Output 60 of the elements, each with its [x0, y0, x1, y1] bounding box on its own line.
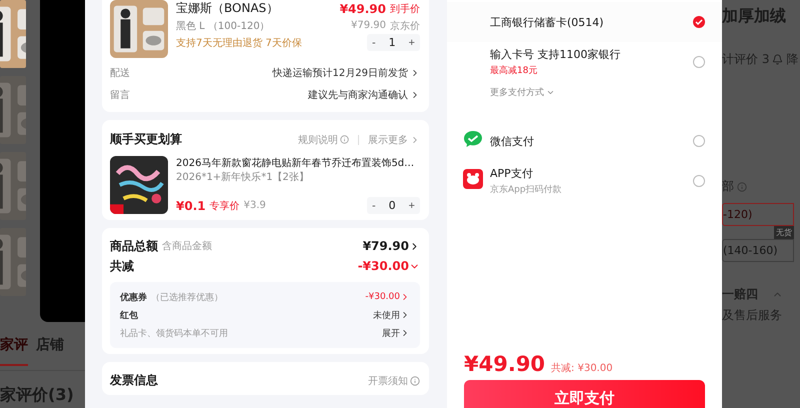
payment-name: 工商银行储蓄卡(0514) [490, 14, 605, 30]
app-icon [463, 169, 483, 189]
quantity: 1 [388, 36, 396, 49]
discount-amount[interactable]: -¥30.00 [358, 259, 420, 273]
service-promises: 支持7天无理由退货 7天价保 [176, 36, 302, 50]
special-price: ¥0.1 [176, 198, 206, 212]
jd-price: ¥79.90 [351, 20, 386, 31]
section-title: 发票信息 [110, 372, 158, 389]
radio-button[interactable] [693, 135, 705, 147]
more-methods-link[interactable]: 更多支付方式 [490, 86, 722, 99]
chat-bubble-icon [463, 130, 483, 148]
payment-hint: 京东App扫码付款 [490, 184, 563, 196]
payment-name: 输入卡号 支持1100家银行 [490, 47, 622, 62]
quantity: 0 [388, 199, 396, 212]
original-price: ¥3.9 [244, 200, 266, 211]
check-icon[interactable] [693, 16, 705, 28]
detail-label: 红包 [120, 310, 138, 322]
total-hint: 含商品金额 [162, 240, 212, 253]
pay-button[interactable]: 立即支付 [464, 380, 705, 408]
detail-value[interactable]: 展开 [382, 326, 410, 340]
row-label: 配送 [110, 67, 130, 80]
minus-button[interactable]: - [372, 36, 376, 48]
radio-button[interactable] [693, 56, 705, 68]
detail-label: 礼品卡、领货码本单不可用 [120, 328, 228, 340]
product-title: 2026马年新款窗花静电贴新年春节乔迁布置装饰5d… [176, 156, 416, 170]
variant-text: 黑色 L （100-120） [176, 20, 270, 32]
info-icon [340, 135, 349, 144]
badge: 无货 [774, 226, 794, 239]
promo-text: 最高减18元 [490, 64, 538, 77]
info-icon [410, 376, 420, 386]
row-value[interactable]: 建议先与商家沟通确认 [308, 88, 420, 102]
detail-value[interactable]: -¥30.00 [365, 292, 410, 302]
price-label: 京东价 [390, 20, 420, 32]
bell-icon [772, 54, 784, 65]
payment-name: APP支付 [490, 166, 534, 181]
final-price: ¥49.90 [340, 2, 386, 16]
discount-label: 共减 [110, 258, 134, 274]
chevron-down-icon [546, 88, 555, 97]
payment-name: 微信支付 [490, 134, 535, 148]
detail-hint: （已选推荐优惠） [151, 292, 223, 304]
radio-button[interactable] [693, 175, 705, 187]
row-value[interactable]: 快递运输预计12月29日前发货 [272, 66, 420, 80]
total-amount[interactable]: ¥79.90 [362, 239, 420, 253]
section-title: 家评价(3) [0, 385, 75, 406]
section-title: 顺手买更划算 [110, 131, 182, 148]
saving-text: 共减: ¥30.00 [551, 362, 613, 375]
price-label: 专享价 [210, 200, 240, 212]
detail-value[interactable]: 未使用 [373, 308, 410, 322]
product-title: 宝娜斯（BONAS） [176, 0, 278, 17]
row-label: 留言 [110, 88, 130, 102]
pay-amount: ¥49.90 [464, 352, 546, 376]
variant-text: 2026*1+新年快乐*1【2张】 [176, 170, 310, 184]
total-label: 商品总额 [110, 238, 158, 254]
info-icon [737, 182, 747, 192]
minus-button[interactable]: - [372, 200, 376, 212]
product-title: 加厚加绒 [722, 6, 787, 27]
detail-label: 优惠券 [120, 291, 147, 304]
plus-button[interactable]: + [408, 200, 415, 212]
plus-button[interactable]: + [408, 36, 415, 48]
price-label: 到手价 [390, 2, 420, 16]
